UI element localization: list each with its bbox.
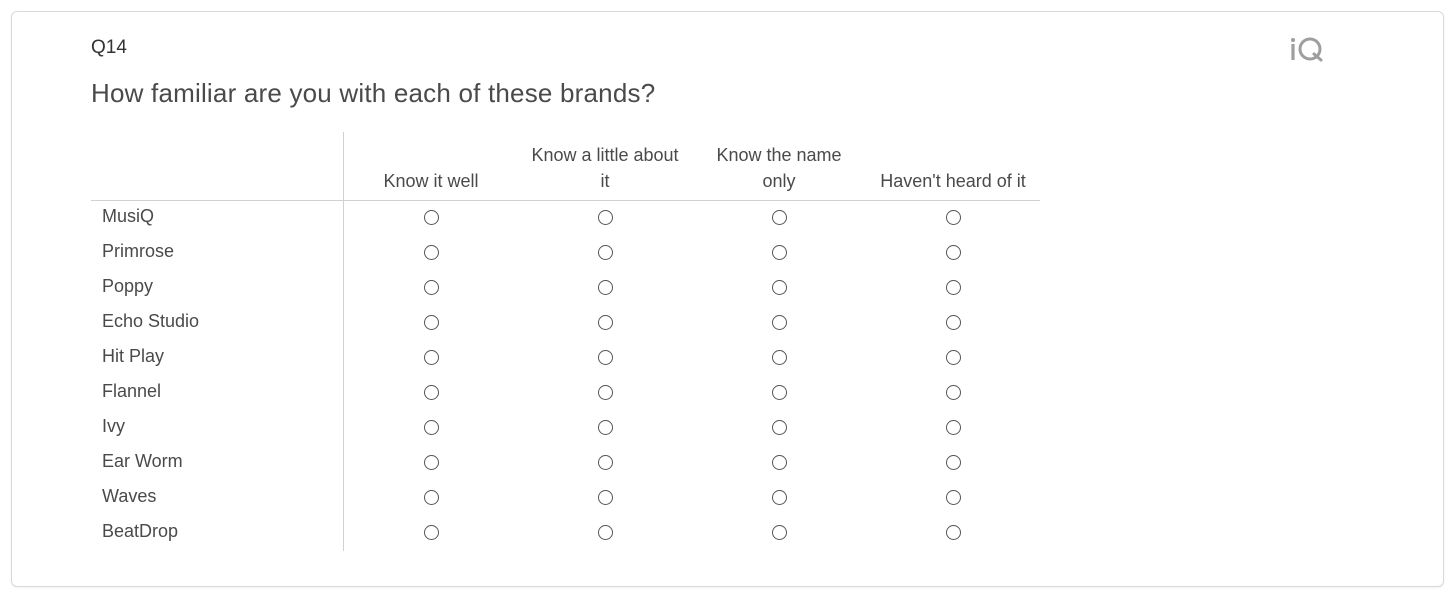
matrix-row-echo-studio: Echo Studio <box>91 306 1040 341</box>
row-label-text: Waves <box>102 486 157 506</box>
row-label: Flannel <box>91 376 344 411</box>
radio-option[interactable] <box>771 420 787 435</box>
radio-option[interactable] <box>597 385 613 400</box>
radio-option[interactable] <box>945 420 961 435</box>
row-label-text: Ear Worm <box>102 451 183 471</box>
row-label-text: BeatDrop <box>102 521 179 541</box>
column-header-havent-heard: Haven't heard of it <box>866 132 1040 201</box>
radio-option[interactable] <box>771 455 787 470</box>
matrix-row-musiq: MusiQ <box>91 200 1040 236</box>
radio-option[interactable] <box>597 245 613 260</box>
radio-option[interactable] <box>945 245 961 260</box>
matrix-body: MusiQ Primrose Poppy Echo Studio Hit Pla… <box>91 200 1040 551</box>
radio-option[interactable] <box>597 350 613 365</box>
row-label-text: Ivy <box>102 416 126 436</box>
radio-option[interactable] <box>771 490 787 505</box>
radio-option[interactable] <box>597 420 613 435</box>
row-label: MusiQ <box>91 200 344 236</box>
radio-option[interactable] <box>423 315 439 330</box>
matrix-row-ivy: Ivy <box>91 411 1040 446</box>
radio-option[interactable] <box>771 280 787 295</box>
brand-familiarity-matrix: Know it well Know a little about it Know… <box>91 132 1040 551</box>
radio-option[interactable] <box>423 350 439 365</box>
column-header-know-a-little: Know a little about it <box>518 132 692 201</box>
matrix-row-primrose: Primrose <box>91 236 1040 271</box>
radio-option[interactable] <box>423 280 439 295</box>
row-label: Primrose <box>91 236 344 271</box>
row-label: Ear Worm <box>91 446 344 481</box>
matrix-header-row: Know it well Know a little about it Know… <box>91 132 1040 201</box>
radio-option[interactable] <box>423 490 439 505</box>
radio-option[interactable] <box>423 245 439 260</box>
matrix-row-ear-worm: Ear Worm <box>91 446 1040 481</box>
row-label: Ivy <box>91 411 344 446</box>
qualtrics-iq-logo-icon <box>1291 37 1323 62</box>
radio-option[interactable] <box>597 455 613 470</box>
radio-option[interactable] <box>945 490 961 505</box>
row-label-text: Primrose <box>102 241 175 261</box>
radio-option[interactable] <box>771 385 787 400</box>
column-header-know-name-only: Know the name only <box>692 132 866 201</box>
row-label-text: MusiQ <box>102 206 155 226</box>
radio-option[interactable] <box>771 350 787 365</box>
radio-option[interactable] <box>423 210 439 225</box>
radio-option[interactable] <box>423 455 439 470</box>
row-label-text: Poppy <box>102 276 154 296</box>
row-label-text: Flannel <box>102 381 162 401</box>
row-label: Hit Play <box>91 341 344 376</box>
matrix-row-hit-play: Hit Play <box>91 341 1040 376</box>
column-header-line2: only <box>762 171 796 191</box>
row-label: Poppy <box>91 271 344 306</box>
radio-option[interactable] <box>771 210 787 225</box>
row-label: Echo Studio <box>91 306 344 341</box>
radio-option[interactable] <box>423 525 439 540</box>
column-header-line2: Haven't heard of it <box>880 171 1026 191</box>
radio-option[interactable] <box>597 280 613 295</box>
column-header-line2: Know it well <box>383 171 479 191</box>
radio-option[interactable] <box>945 210 961 225</box>
radio-option[interactable] <box>945 455 961 470</box>
radio-option[interactable] <box>771 245 787 260</box>
radio-option[interactable] <box>771 315 787 330</box>
row-label-text: Echo Studio <box>102 311 200 331</box>
radio-option[interactable] <box>771 525 787 540</box>
column-header-line1: Know the name <box>716 145 842 165</box>
radio-option[interactable] <box>597 490 613 505</box>
row-label: BeatDrop <box>91 516 344 551</box>
question-card: Q14 How familiar are you with each of th… <box>11 11 1444 587</box>
column-header-know-it-well: Know it well <box>343 132 518 201</box>
matrix-row-beatdrop: BeatDrop <box>91 516 1040 551</box>
radio-option[interactable] <box>945 385 961 400</box>
radio-option[interactable] <box>597 315 613 330</box>
radio-option[interactable] <box>945 350 961 365</box>
matrix-row-poppy: Poppy <box>91 271 1040 306</box>
row-label: Waves <box>91 481 344 516</box>
row-label-text: Hit Play <box>102 346 165 366</box>
column-header-line2: it <box>600 171 610 191</box>
radio-option[interactable] <box>945 280 961 295</box>
radio-option[interactable] <box>423 420 439 435</box>
question-id: Q14 <box>91 37 127 58</box>
column-header-line1: Know a little about <box>531 145 679 165</box>
radio-option[interactable] <box>423 385 439 400</box>
radio-option[interactable] <box>597 525 613 540</box>
matrix-row-waves: Waves <box>91 481 1040 516</box>
question-text: How familiar are you with each of these … <box>91 78 656 108</box>
radio-option[interactable] <box>597 210 613 225</box>
radio-option[interactable] <box>945 525 961 540</box>
matrix-corner <box>91 132 344 201</box>
matrix-row-flannel: Flannel <box>91 376 1040 411</box>
radio-option[interactable] <box>945 315 961 330</box>
